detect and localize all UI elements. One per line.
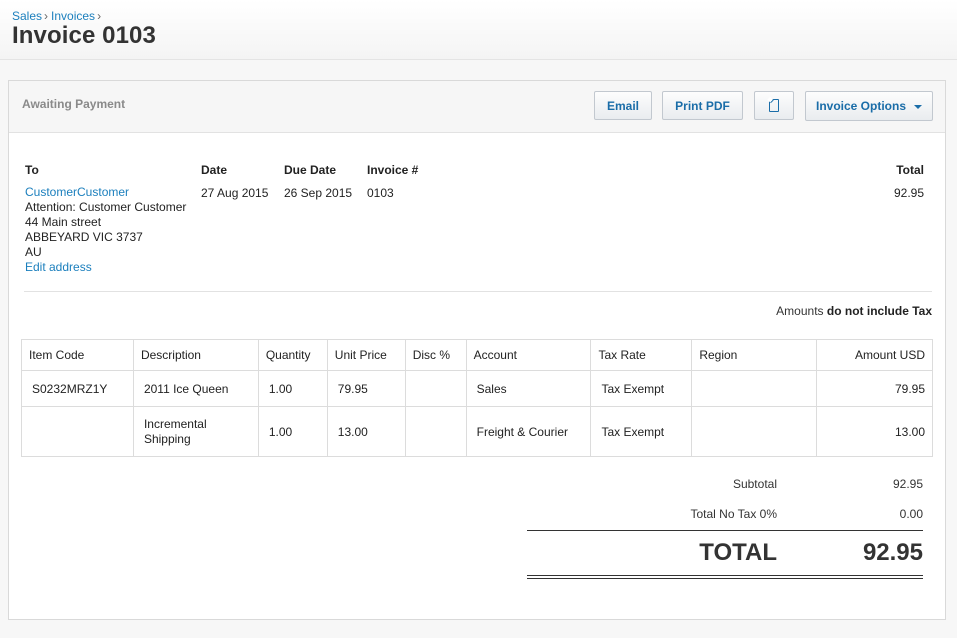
- cell-region: [691, 406, 818, 457]
- subtotal-label: Subtotal: [732, 477, 777, 491]
- breadcrumb-invoices[interactable]: Invoices: [51, 9, 95, 23]
- cell-item-code: [21, 406, 134, 457]
- col-item-code: Item Code: [21, 339, 134, 371]
- invoice-number-label: Invoice #: [367, 163, 419, 177]
- address-block: CustomerCustomer Attention: Customer Cus…: [25, 185, 186, 275]
- invoice-toolbar: Awaiting Payment Email Print PDF Invoice…: [9, 81, 945, 133]
- invoice-total: 92.95: [893, 186, 924, 200]
- edit-address-link[interactable]: Edit address: [25, 260, 92, 274]
- copy-icon: [769, 99, 779, 112]
- subtotal-value: 92.95: [892, 477, 923, 491]
- table-header-row: Item Code Description Quantity Unit Pric…: [21, 339, 933, 371]
- cell-unit-price: 79.95: [326, 370, 406, 407]
- cell-quantity: 1.00: [257, 406, 328, 457]
- totals-double-rule-bottom: [527, 578, 923, 579]
- totals-double-rule-top: [527, 575, 923, 576]
- date-label: Date: [201, 163, 228, 177]
- cell-tax-rate: Tax Exempt: [590, 370, 693, 407]
- table-row[interactable]: Incremental Shipping 1.00 13.00 Freight …: [21, 406, 933, 457]
- cell-item-code: S0232MRZ1Y: [21, 370, 134, 407]
- cell-disc: [404, 370, 467, 407]
- amounts-prefix: Amounts: [776, 304, 824, 318]
- table-row[interactable]: S0232MRZ1Y 2011 Ice Queen 1.00 79.95 Sal…: [21, 370, 933, 407]
- breadcrumb-separator: ›: [44, 9, 49, 23]
- cell-description: Incremental Shipping: [132, 406, 259, 457]
- invoice-date: 27 Aug 2015: [201, 186, 269, 200]
- grand-total-value: 92.95: [862, 539, 923, 566]
- cell-quantity: 1.00: [257, 370, 328, 407]
- cell-disc: [404, 406, 467, 457]
- cell-description: 2011 Ice Queen: [132, 370, 259, 407]
- page-title: Invoice 0103: [12, 22, 156, 49]
- col-tax-rate: Tax Rate: [590, 339, 693, 371]
- country-line: AU: [25, 245, 42, 259]
- cell-account: Sales: [465, 370, 592, 407]
- status-label: Awaiting Payment: [22, 97, 126, 111]
- invoice-panel: Awaiting Payment Email Print PDF Invoice…: [8, 80, 946, 620]
- tax-total-value: 0.00: [899, 507, 923, 521]
- amounts-tax-note: Amounts do not include Tax: [776, 304, 932, 318]
- col-disc: Disc %: [404, 339, 467, 371]
- amounts-tax-value: do not include Tax: [826, 304, 932, 318]
- cell-region: [691, 370, 818, 407]
- cell-amount: 13.00: [816, 406, 933, 457]
- col-unit-price: Unit Price: [326, 339, 406, 371]
- invoice-options-button[interactable]: Invoice Options: [805, 91, 933, 121]
- to-label: To: [25, 163, 39, 177]
- invoice-options-label: Invoice Options: [815, 99, 906, 113]
- cell-unit-price: 13.00: [326, 406, 406, 457]
- cell-amount: 79.95: [816, 370, 933, 407]
- col-amount: Amount USD: [816, 339, 933, 371]
- col-region: Region: [691, 339, 818, 371]
- street-line: 44 Main street: [25, 215, 102, 229]
- cell-account: Freight & Courier: [465, 406, 592, 457]
- print-pdf-button[interactable]: Print PDF: [662, 91, 743, 120]
- invoice-number: 0103: [367, 186, 394, 200]
- email-button[interactable]: Email: [594, 91, 652, 120]
- invoice-due-date: 26 Sep 2015: [284, 186, 353, 200]
- city-line: ABBEYARD VIC 3737: [25, 230, 143, 244]
- grand-total-label: TOTAL: [699, 539, 777, 566]
- attention-line: Attention: Customer Customer: [25, 200, 187, 214]
- totals-rule: [527, 530, 923, 531]
- line-items-table: Item Code Description Quantity Unit Pric…: [21, 339, 933, 457]
- breadcrumb-sales[interactable]: Sales: [12, 9, 42, 23]
- breadcrumb: Sales › Invoices ›: [12, 9, 104, 23]
- col-account: Account: [465, 339, 592, 371]
- tax-total-label: Total No Tax 0%: [690, 507, 778, 521]
- chevron-down-icon: [914, 105, 922, 109]
- page-header: Sales › Invoices › Invoice 0103: [0, 0, 957, 60]
- copy-button[interactable]: [754, 91, 794, 120]
- col-quantity: Quantity: [257, 339, 328, 371]
- cell-tax-rate: Tax Exempt: [590, 406, 693, 457]
- due-date-label: Due Date: [284, 163, 337, 177]
- breadcrumb-separator: ›: [97, 9, 102, 23]
- customer-link[interactable]: CustomerCustomer: [25, 185, 129, 199]
- col-description: Description: [132, 339, 259, 371]
- divider: [24, 291, 932, 292]
- total-label: Total: [896, 163, 924, 177]
